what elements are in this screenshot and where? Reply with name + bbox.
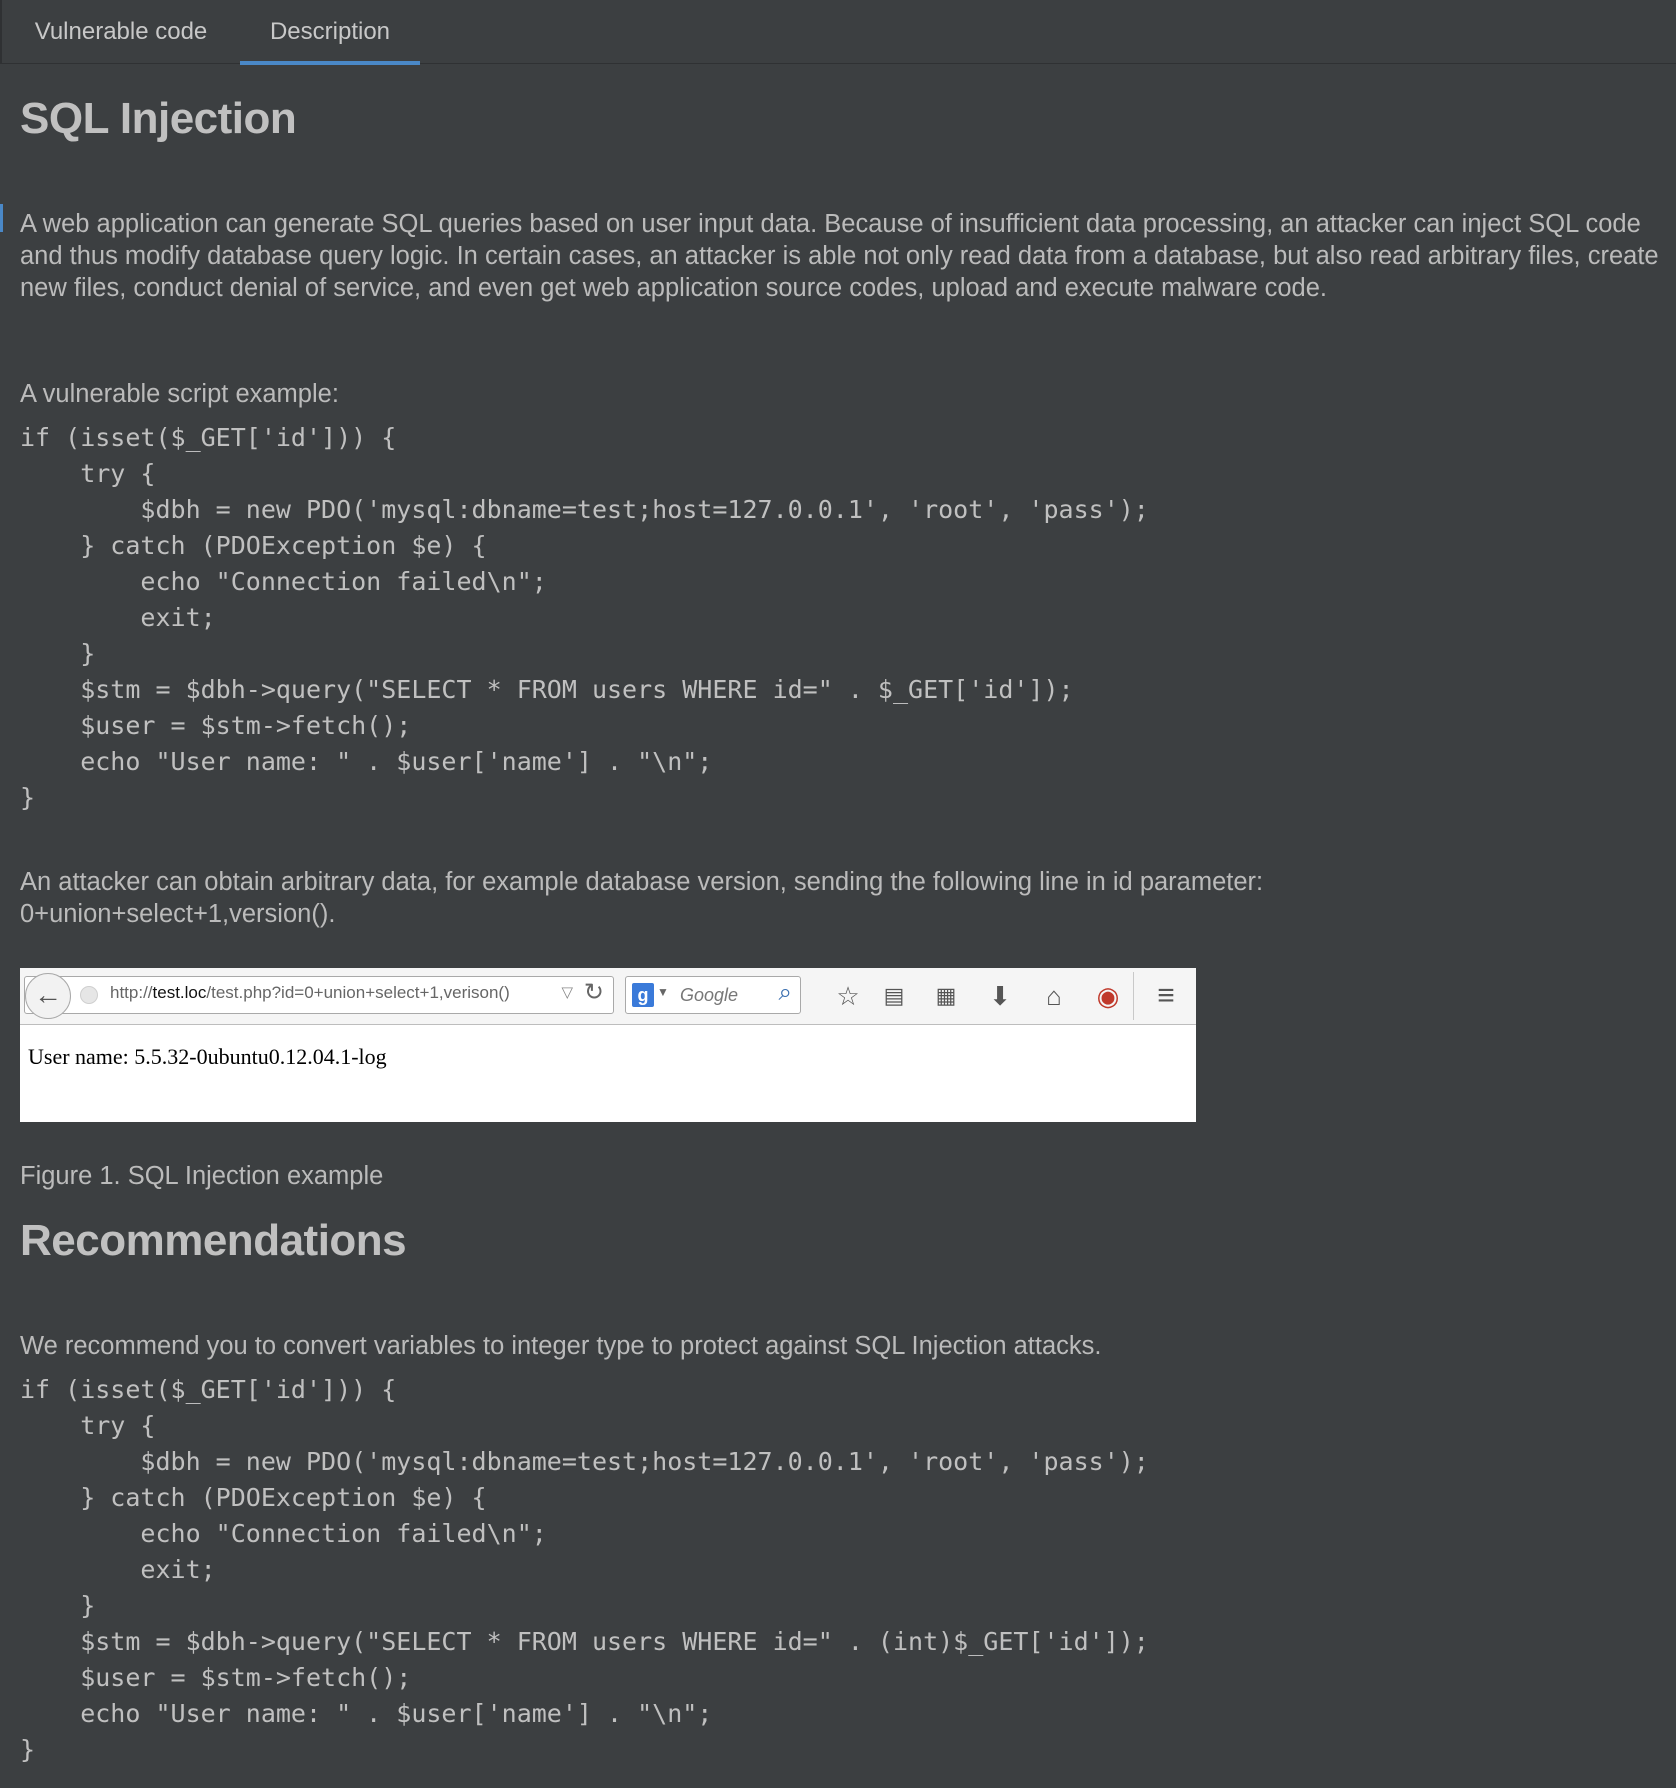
url-bar: ← http://test.loc/test.php?id=0+union+se… <box>24 973 614 1019</box>
search-bar: g ▼ Google ⌕ <box>625 976 801 1014</box>
clipboard-icon: ▤ <box>883 983 905 1008</box>
search-engine-caret-icon: ▼ <box>657 985 669 999</box>
tab-bar: Vulnerable code Description <box>0 0 1676 65</box>
globe-icon <box>80 986 98 1004</box>
url-text: http://test.loc/test.php?id=0+union+sele… <box>110 983 510 1002</box>
browser-toolbar: ← http://test.loc/test.php?id=0+union+se… <box>20 968 1196 1025</box>
search-placeholder: Google <box>680 985 739 1005</box>
menu-icon: ≡ <box>1157 979 1175 1012</box>
browser-page-output: User name: 5.5.32-0ubuntu0.12.04.1-log <box>28 1044 387 1069</box>
toolbar-separator <box>1133 972 1134 1020</box>
download-icon: ⬇ <box>989 981 1011 1011</box>
attack-paragraph: An attacker can obtain arbitrary data, f… <box>20 868 1264 928</box>
gutter-marker <box>0 204 3 232</box>
tab-description[interactable]: Description <box>240 0 420 65</box>
home-icon: ⌂ <box>1046 981 1062 1011</box>
qr-code-icon: ▦ <box>935 983 957 1008</box>
intro-paragraph: A web application can generate SQL queri… <box>20 210 1659 302</box>
search-engine-icon: g <box>632 983 654 1007</box>
browser-screenshot-figure: ← http://test.loc/test.php?id=0+union+se… <box>20 968 1196 1122</box>
page-title: SQL Injection <box>20 94 297 143</box>
magnifier-icon: ⌕ <box>778 979 792 1006</box>
recommendation-paragraph: We recommend you to convert variables to… <box>20 1332 1102 1360</box>
back-arrow-icon: ← <box>25 973 71 1019</box>
vulnerable-code-block: if (isset($_GET['id'])) { try { $dbh = n… <box>20 423 1149 812</box>
vulnerable-example-label: A vulnerable script example: <box>20 380 339 408</box>
reload-icon: ↻ <box>583 979 604 1006</box>
figure-caption: Figure 1. SQL Injection example <box>20 1162 384 1190</box>
addon-icon: ◉ <box>1096 981 1120 1011</box>
star-icon: ☆ <box>836 981 860 1011</box>
dropdown-icon: ▽ <box>561 984 573 1001</box>
fixed-code-block: if (isset($_GET['id'])) { try { $dbh = n… <box>20 1375 1149 1764</box>
recommendations-heading: Recommendations <box>20 1216 407 1265</box>
tab-vulnerable-code[interactable]: Vulnerable code <box>10 0 232 64</box>
